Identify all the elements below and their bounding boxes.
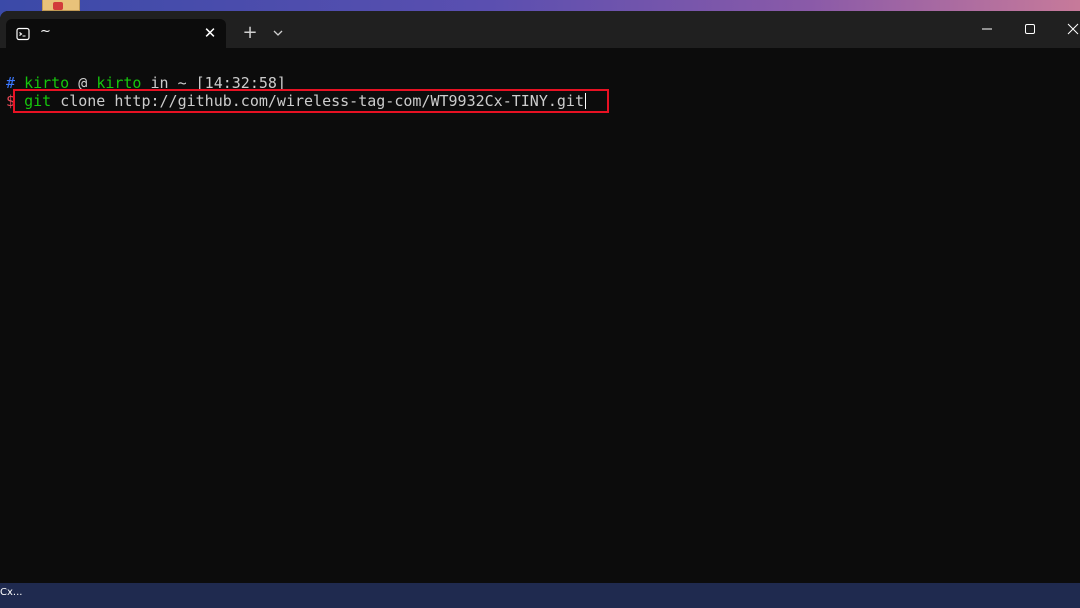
tab-home[interactable]: ~ ✕ [6, 19, 226, 48]
tab-title: ~ [40, 24, 51, 39]
prompt-dollar: $ [6, 92, 16, 110]
tab-close-icon[interactable]: ✕ [202, 25, 218, 41]
new-tab-button[interactable]: + [238, 23, 262, 43]
prompt-dir: ~ [177, 74, 187, 92]
prompt-at: @ [78, 74, 88, 92]
title-bar: ~ ✕ + [0, 11, 1080, 48]
chevron-down-icon[interactable] [268, 23, 288, 43]
command-line[interactable]: $ git clone http://github.com/wireless-t… [6, 92, 586, 110]
prompt-hash: # [6, 74, 16, 92]
prompt-host: kirto [96, 74, 142, 92]
command-args: clone http://github.com/wireless-tag-com… [60, 92, 584, 110]
terminal-output[interactable]: # kirto @ kirto in ~ [14:32:58] $ git cl… [0, 48, 1080, 583]
prompt-user: kirto [24, 74, 70, 92]
maximize-icon[interactable] [1007, 11, 1053, 47]
prompt-time: [14:32:58] [195, 74, 286, 92]
terminal-icon [16, 26, 30, 41]
terminal-window: ~ ✕ + # kirto @ kirto in ~ [14:32:58] $ … [0, 11, 1080, 583]
close-icon[interactable] [1050, 11, 1080, 47]
text-cursor [584, 93, 586, 109]
taskbar-label[interactable]: Cx... [0, 587, 22, 598]
desktop-file-icon[interactable] [42, 0, 80, 11]
taskbar: Cx... [0, 583, 1080, 608]
command-program: git [24, 92, 52, 110]
prompt-in: in [150, 74, 169, 92]
minimize-icon[interactable] [964, 11, 1010, 47]
prompt-line: # kirto @ kirto in ~ [14:32:58] [6, 74, 286, 92]
